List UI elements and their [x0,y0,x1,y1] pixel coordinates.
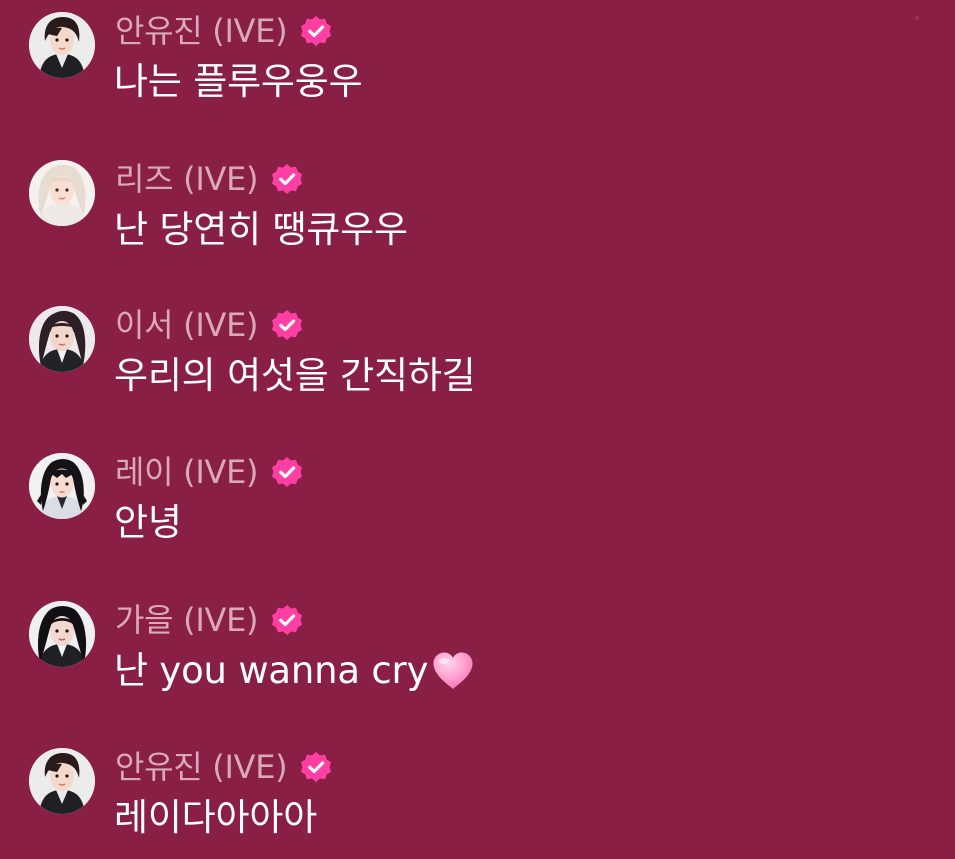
message-text: 레이다아아아 [114,793,317,843]
verified-badge-icon [270,603,304,637]
portrait-icon [29,12,95,78]
avatar[interactable] [29,12,95,78]
verified-badge-icon [299,750,333,784]
chat-message: 안유진 (IVE) 레이다아아아 [0,736,955,846]
avatar[interactable] [29,453,95,519]
verified-badge-icon [270,308,304,342]
author-line: 이서 (IVE) [115,304,304,346]
avatar[interactable] [29,601,95,667]
verified-badge-icon [299,14,333,48]
portrait-icon [29,601,95,667]
avatar[interactable] [29,748,95,814]
verified-badge-icon [270,455,304,489]
message-body: 난 당연히 땡큐우우 [114,208,408,251]
message-body: 안녕 [114,501,182,544]
message-body: 레이다아아아 [114,796,318,839]
author-name[interactable]: 이서 (IVE) [115,304,258,346]
author-name[interactable]: 안유진 (IVE) [115,10,288,52]
author-name[interactable]: 안유진 (IVE) [115,746,288,788]
message-text: 안녕 [114,498,182,548]
verified-badge-icon [270,162,304,196]
author-name[interactable]: 레이 (IVE) [115,451,258,493]
portrait-icon [29,453,95,519]
chat-message: 리즈 (IVE) 난 당연히 땡큐우우 [0,148,955,258]
chat-message: 안유진 (IVE) 나는 플루우웅우 [0,0,955,110]
chat-message: 가을 (IVE) 난 you wanna cry [0,589,955,699]
message-body: 난 you wanna cry [114,649,429,692]
portrait-icon [29,306,95,372]
author-name[interactable]: 리즈 (IVE) [115,158,258,200]
avatar[interactable] [29,306,95,372]
author-line: 레이 (IVE) [115,451,304,493]
chat-message-list: 안유진 (IVE) 나는 플루우웅우 리즈 (IVE) 난 당연히 땡큐우우 이… [0,0,955,859]
chat-message: 레이 (IVE) 안녕 [0,441,955,551]
chat-message: 이서 (IVE) 우리의 여섯을 간직하길 [0,294,955,404]
author-line: 안유진 (IVE) [115,10,333,52]
message-body: 나는 플루우웅우 [114,60,363,103]
message-text: 우리의 여섯을 간직하길 [114,351,476,401]
message-text: 나는 플루우웅우 [114,57,363,107]
message-text: 난 you wanna cry [114,646,476,696]
portrait-icon [29,748,95,814]
pink-heart-icon [430,650,476,692]
avatar[interactable] [29,160,95,226]
message-text: 난 당연히 땡큐우우 [114,205,408,255]
author-line: 리즈 (IVE) [115,158,304,200]
author-line: 안유진 (IVE) [115,746,333,788]
author-name[interactable]: 가을 (IVE) [115,599,258,641]
portrait-icon [29,160,95,226]
message-body: 우리의 여섯을 간직하길 [114,354,476,397]
author-line: 가을 (IVE) [115,599,304,641]
